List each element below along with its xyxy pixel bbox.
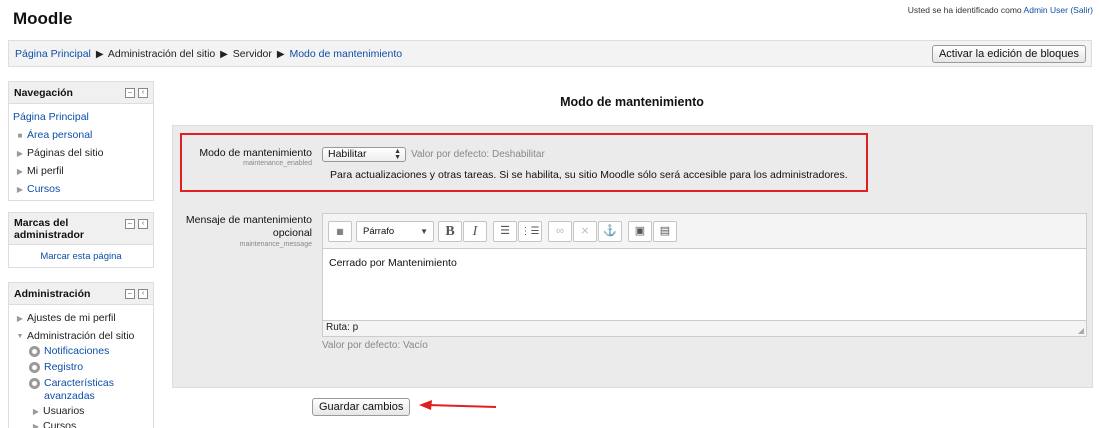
message-label-line1: Mensaje de mantenimiento <box>185 214 312 226</box>
minimize-icon[interactable]: – <box>125 88 135 98</box>
editor-toolbar: ▦ Párrafo ▼ B I ☰ ⋮☰ ∞ ⨯ ⚓ ▣ ▤ <box>323 214 1086 249</box>
breadcrumb-separator: ▶ <box>95 49 104 60</box>
breadcrumb: Página Principal ▶ Administración del si… <box>15 48 402 60</box>
message-default: Valor por defecto: Vacío <box>322 340 428 351</box>
annotation-arrow-icon <box>419 400 497 410</box>
select-arrows-icon: ▲ ▼ <box>394 148 401 161</box>
bullet-list-icon[interactable]: ☰ <box>493 221 517 242</box>
user-link[interactable]: Admin User <box>1024 5 1068 15</box>
bold-icon[interactable]: B <box>438 221 462 242</box>
bullet-icon: ■ <box>17 130 23 140</box>
expand-triangle-icon[interactable]: ▶ <box>13 167 27 176</box>
admin-bookmarks-title-line1: Marcas del <box>14 217 69 229</box>
gear-icon <box>29 346 40 357</box>
maintenance-mode-select[interactable]: Habilitar ▲ ▼ <box>322 147 406 162</box>
editor-status-bar: Ruta: p ◢ <box>323 320 1086 336</box>
breadcrumb-separator: ▶ <box>220 49 228 60</box>
nav-item-home[interactable]: Página Principal <box>13 111 89 123</box>
logout-link[interactable]: (Salir) <box>1070 5 1093 15</box>
admin-bookmarks-header: Marcas del administrador – ‹ <box>9 213 153 245</box>
numbered-list-icon[interactable]: ⋮☰ <box>518 221 542 242</box>
admin-bookmarks-title-line2: administrador <box>14 229 85 241</box>
expand-triangle-icon[interactable]: ▶ <box>29 405 43 418</box>
breadcrumb-site-admin[interactable]: Administración del sitio <box>108 48 215 60</box>
minimize-icon[interactable]: – <box>125 219 135 229</box>
gear-icon <box>29 361 40 373</box>
advanced-features-line2: avanzadas <box>44 390 95 402</box>
expand-triangle-icon[interactable]: ▶ <box>13 185 27 194</box>
maintenance-mode-value: Habilitar <box>328 148 367 160</box>
chevron-down-icon: ▼ <box>420 227 428 236</box>
message-label-line2: opcional <box>272 227 312 239</box>
admin-item-courses[interactable]: Cursos <box>43 420 76 428</box>
resize-grip-icon[interactable]: ◢ <box>1078 326 1084 335</box>
bookmark-page-link[interactable]: Marcar esta página <box>40 251 121 262</box>
admin-bookmarks-title: Marcas del administrador <box>14 217 84 241</box>
expand-triangle-icon[interactable]: ▶ <box>13 149 27 158</box>
admin-item-users[interactable]: Usuarios <box>43 405 84 418</box>
advanced-features-line1: Características <box>44 377 115 389</box>
navbar: Página Principal ▶ Administración del si… <box>8 40 1092 67</box>
administration-block-header: Administración – ‹ <box>9 283 153 305</box>
maintenance-mode-label: Modo de mantenimiento <box>199 147 312 159</box>
edit-blocks-button[interactable]: Activar la edición de bloques <box>931 45 1086 63</box>
editor-content[interactable]: Cerrado por Mantenimiento <box>323 249 1086 320</box>
unlink-icon[interactable]: ⨯ <box>573 221 597 242</box>
dock-icon[interactable]: ‹ <box>138 289 148 299</box>
collapse-triangle-icon[interactable]: ▼ <box>13 330 27 343</box>
format-select[interactable]: Párrafo ▼ <box>356 221 434 242</box>
message-sublabel: maintenance_message <box>239 241 312 248</box>
expand-triangle-icon[interactable]: ▶ <box>13 312 27 325</box>
navigation-list: Página Principal ■ Área personal ▶ Páginas… <box>9 104 153 202</box>
site-title: Moodle <box>13 9 73 28</box>
media-icon[interactable]: ▤ <box>653 221 677 242</box>
image-icon[interactable]: ▣ <box>628 221 652 242</box>
breadcrumb-server[interactable]: Servidor <box>233 48 272 60</box>
administration-block-title: Administración <box>14 288 91 300</box>
format-value: Párrafo <box>363 226 395 237</box>
navigation-block-header: Navegación – ‹ <box>9 82 153 104</box>
admin-item-notifications[interactable]: Notificaciones <box>44 345 109 358</box>
administration-list: ▶ Ajustes de mi perfil ▼ Administración de… <box>9 305 153 428</box>
page-title: Modo de mantenimiento <box>560 95 704 109</box>
maintenance-help: Para actualizaciones y otras tareas. Si … <box>330 169 848 181</box>
nav-item-dashboard[interactable]: Área personal <box>27 129 92 141</box>
maintenance-default: Valor por defecto: Deshabilitar <box>411 149 545 160</box>
login-prefix: Usted se ha identificado como <box>907 5 1024 15</box>
link-icon[interactable]: ∞ <box>548 221 572 242</box>
breadcrumb-separator: ▶ <box>276 49 285 60</box>
toolbar-toggle-icon[interactable]: ▦ <box>328 221 352 242</box>
nav-item-site-pages[interactable]: Páginas del sitio <box>27 147 103 159</box>
admin-item-profile-settings[interactable]: Ajustes de mi perfil <box>27 312 116 325</box>
admin-item-registration[interactable]: Registro <box>44 361 83 374</box>
anchor-icon[interactable]: ⚓ <box>598 221 622 242</box>
italic-icon[interactable]: I <box>463 221 487 242</box>
dock-icon[interactable]: ‹ <box>138 88 148 98</box>
admin-item-advanced-features[interactable]: Características avanzadas <box>44 377 114 403</box>
message-editor[interactable]: ▦ Párrafo ▼ B I ☰ ⋮☰ ∞ ⨯ ⚓ ▣ ▤ Cerrado po… <box>322 213 1087 337</box>
maintenance-mode-sublabel: maintenance_enabled <box>243 160 312 167</box>
editor-path: Ruta: p <box>326 322 359 333</box>
dock-icon[interactable]: ‹ <box>138 219 148 229</box>
save-changes-button[interactable]: Guardar cambios <box>312 398 411 416</box>
admin-item-site-admin[interactable]: Administración del sitio <box>27 330 134 343</box>
breadcrumb-current[interactable]: Modo de mantenimiento <box>289 48 402 60</box>
login-info: Usted se ha identificado como Admin User… <box>908 5 1093 15</box>
administration-block: Administración – ‹ ▶ Ajustes de mi perfil… <box>8 282 154 428</box>
admin-bookmarks-block: Marcas del administrador – ‹ Marcar esta … <box>8 212 154 268</box>
nav-item-courses[interactable]: Cursos <box>27 183 60 195</box>
minimize-icon[interactable]: – <box>125 289 135 299</box>
gear-icon <box>29 378 40 389</box>
navigation-block-title: Navegación <box>14 87 73 99</box>
navigation-block: Navegación – ‹ Página Principal ■ Área pe… <box>8 81 154 201</box>
breadcrumb-home[interactable]: Página Principal <box>15 48 91 60</box>
nav-item-my-profile[interactable]: Mi perfil <box>27 165 64 177</box>
expand-triangle-icon[interactable]: ▶ <box>29 420 43 428</box>
message-label: Mensaje de mantenimiento opcional <box>180 214 312 240</box>
